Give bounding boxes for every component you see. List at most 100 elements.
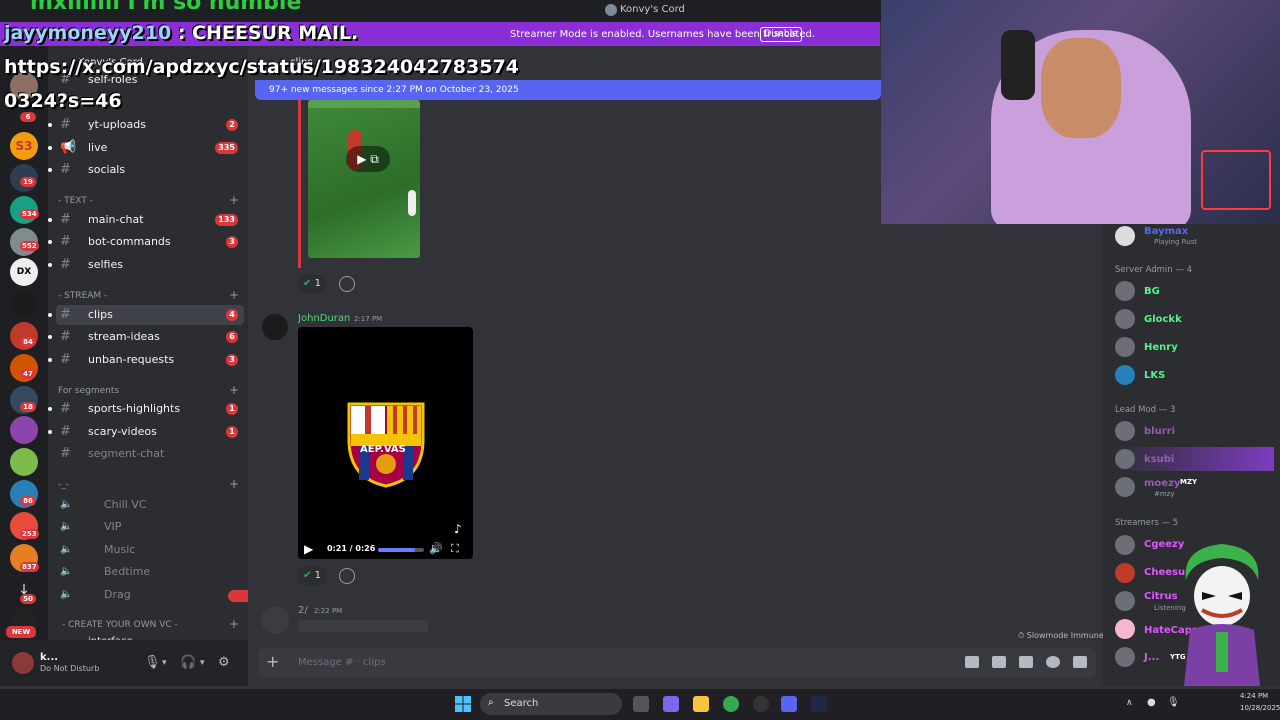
avatar[interactable] [1115, 477, 1135, 497]
avatar[interactable] [1115, 337, 1135, 357]
headphones-icon[interactable]: 🎧 [180, 655, 196, 670]
disable-streamer-mode-button[interactable]: Disable [760, 27, 802, 42]
channel-main-chat[interactable]: # main-chat 133 [48, 210, 244, 230]
avatar[interactable] [1115, 591, 1135, 611]
server-icon[interactable]: S3 [10, 132, 38, 160]
member-name[interactable]: blurri [1144, 426, 1175, 437]
avatar[interactable] [1115, 619, 1135, 639]
channel-unban-requests[interactable]: # unban-requests 3 [48, 350, 244, 370]
tray-icon[interactable]: ● [1147, 697, 1156, 708]
add-channel-icon[interactable]: + [229, 383, 239, 397]
channel-sports-highlights[interactable]: # sports-highlights 1 [48, 399, 244, 419]
chevron-up-icon[interactable]: ∧ [1126, 698, 1133, 708]
channel-scary-videos[interactable]: # scary-videos 1 [48, 422, 244, 442]
avatar[interactable] [1115, 281, 1135, 301]
category-stream[interactable]: - STREAM - [58, 291, 107, 301]
channel-live[interactable]: 📢 live 335 [48, 138, 244, 158]
gear-icon[interactable]: ⚙ [218, 655, 230, 670]
member-name[interactable]: Baymax [1144, 226, 1188, 237]
message-author[interactable]: JohnDuran [298, 313, 350, 324]
voice-channel-bedtime[interactable]: Bedtime [104, 565, 150, 578]
chrome-icon[interactable] [723, 696, 739, 712]
member-name[interactable]: moezy [1144, 478, 1180, 489]
avatar[interactable] [1115, 647, 1135, 667]
channel-yt-uploads[interactable]: # yt-uploads 2 [48, 115, 244, 135]
clock-time[interactable]: 4:24 PM [1240, 692, 1268, 700]
member-name[interactable]: ksubi [1144, 454, 1174, 465]
avatar[interactable] [12, 652, 34, 674]
member-name[interactable]: Henry [1144, 342, 1178, 353]
volume-icon[interactable]: 🔊 [429, 542, 443, 555]
member-name[interactable]: Glockk [1144, 314, 1182, 325]
unread-dot [48, 240, 52, 244]
channel-segment-chat[interactable]: # segment-chat [56, 444, 244, 464]
category-text[interactable]: - TEXT - [58, 196, 93, 206]
avatar[interactable] [1115, 535, 1135, 555]
reaction-checkmark[interactable]: ✔ 1 [298, 275, 326, 293]
add-reaction-icon[interactable] [339, 276, 355, 292]
message-author[interactable]: 2/ [298, 605, 308, 616]
play-icon[interactable]: ▶ ⧉ [346, 146, 390, 172]
windows-start-icon[interactable] [455, 696, 471, 712]
copilot-icon[interactable] [663, 696, 679, 712]
category-voice[interactable]: -_- [58, 480, 69, 490]
discord-icon[interactable] [781, 696, 797, 712]
play-icon[interactable]: ▶ [304, 542, 313, 556]
channel-socials[interactable]: # socials [48, 160, 244, 180]
gif-icon[interactable] [992, 656, 1006, 668]
category-create-vc[interactable]: - CREATE YOUR OWN VC - [62, 620, 178, 630]
apps-icon[interactable] [1073, 656, 1087, 668]
app-icon[interactable] [811, 696, 827, 712]
crest-label: AEP.VAS [360, 444, 406, 455]
voice-channel-vip[interactable]: VIP [104, 520, 121, 533]
microphone-icon[interactable]: 🎙 [1167, 697, 1180, 708]
category-segments[interactable]: For segments [58, 386, 119, 396]
avatar[interactable] [1115, 226, 1135, 246]
task-view-icon[interactable] [633, 696, 649, 712]
taskbar-search[interactable] [480, 693, 622, 715]
clock-date[interactable]: 10/28/2025 [1240, 704, 1280, 712]
avatar[interactable] [261, 606, 289, 634]
channel-stream-ideas[interactable]: # stream-ideas 6 [48, 327, 244, 347]
voice-channel-music[interactable]: Music [104, 543, 135, 556]
avatar[interactable] [1115, 449, 1135, 469]
add-reaction-icon[interactable] [339, 568, 355, 584]
hash-icon: # [60, 352, 71, 367]
file-explorer-icon[interactable] [693, 696, 709, 712]
channel-clips[interactable]: # clips 4 [48, 305, 244, 325]
avatar[interactable] [1115, 309, 1135, 329]
emoji-icon[interactable] [1046, 656, 1060, 668]
server-icon[interactable] [10, 416, 38, 444]
server-icon[interactable] [10, 290, 38, 318]
channel-bot-commands[interactable]: # bot-commands 3 [48, 232, 244, 252]
app-icon[interactable] [753, 696, 769, 712]
server-icon[interactable] [10, 448, 38, 476]
add-attachment-icon[interactable]: + [266, 652, 279, 671]
add-channel-icon[interactable]: + [229, 193, 239, 207]
member-name[interactable]: Citrus [1144, 591, 1178, 602]
chevron-down-icon[interactable]: ▾ [162, 658, 167, 668]
add-channel-icon[interactable]: + [229, 477, 239, 491]
member-name[interactable]: BG [1144, 286, 1160, 297]
add-channel-icon[interactable]: + [229, 288, 239, 302]
user-name[interactable]: k... [40, 652, 58, 663]
fullscreen-icon[interactable]: ⛶ [451, 542, 459, 556]
server-icon[interactable]: DX [10, 258, 38, 286]
member-name[interactable]: J... [1144, 652, 1159, 663]
video-thumbnail[interactable]: ▶ ⧉ [308, 100, 420, 258]
taskbar-search-label: Search [504, 698, 539, 709]
avatar[interactable] [1115, 421, 1135, 441]
channel-selfies[interactable]: # selfies [48, 255, 244, 275]
add-channel-icon[interactable]: + [229, 617, 239, 631]
member-name[interactable]: LKS [1144, 370, 1165, 381]
voice-channel-chill-vc[interactable]: Chill VC [104, 498, 147, 511]
avatar[interactable] [1115, 365, 1135, 385]
avatar[interactable] [261, 313, 289, 341]
gift-icon[interactable] [965, 656, 979, 668]
chevron-down-icon[interactable]: ▾ [200, 658, 205, 668]
avatar[interactable] [1115, 563, 1135, 583]
sticker-icon[interactable] [1019, 656, 1033, 668]
microphone-icon[interactable]: 🎙 [144, 655, 161, 670]
reaction-checkmark[interactable]: ✔ 1 [298, 567, 326, 585]
voice-channel-drag[interactable]: Drag [104, 588, 131, 601]
